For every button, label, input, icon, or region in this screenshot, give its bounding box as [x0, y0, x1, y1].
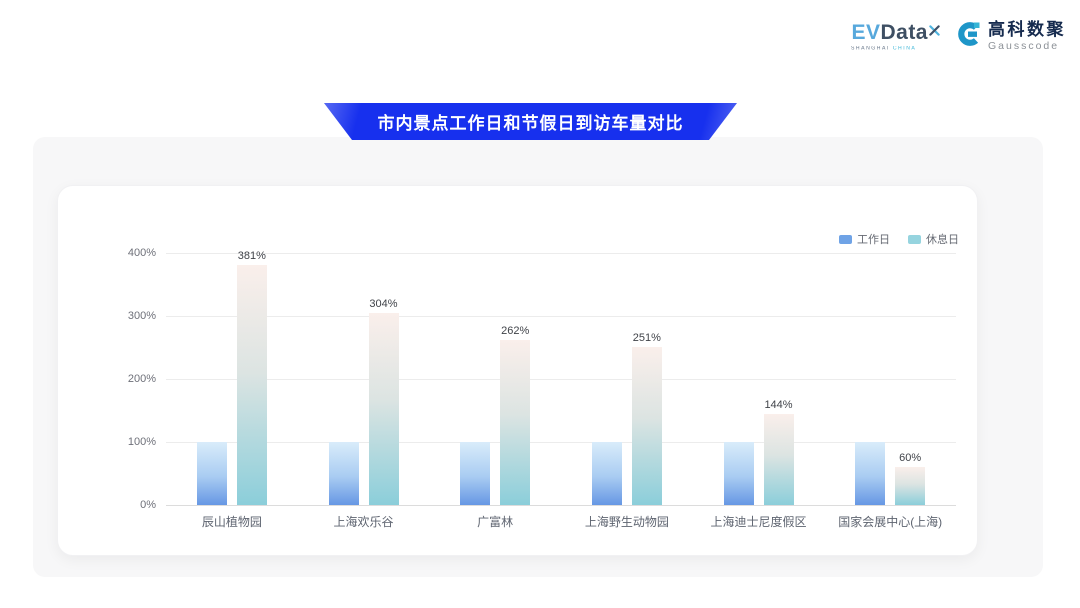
evdata-logo: EVData SHANGHAI CHINA [851, 22, 940, 52]
gausscode-cn: 高科数聚 [988, 21, 1066, 38]
plot-area: 381%辰山植物园304%上海欢乐谷262%广富林251%上海野生动物园144%… [166, 253, 956, 505]
evdata-subtitle: SHANGHAI CHINA [851, 46, 926, 51]
page-title: 市内景点工作日和节假日到访车量对比 [378, 109, 684, 134]
value-label: 60% [899, 452, 921, 464]
chart-card: 工作日 休息日 400%300%200%100%0% 381%辰山植物园304%… [57, 185, 978, 556]
restday-bar [369, 313, 399, 505]
restday-bar [764, 414, 794, 505]
y-tick-label: 100% [128, 436, 156, 448]
y-axis: 400%300%200%100%0% [106, 253, 156, 505]
workday-bar [724, 442, 754, 505]
bar-groups: 381%辰山植物园304%上海欢乐谷262%广富林251%上海野生动物园144%… [166, 253, 956, 505]
legend-label-restday: 休息日 [926, 231, 959, 247]
bar-group: 262%广富林 [429, 253, 561, 505]
y-tick-label: 200% [128, 373, 156, 385]
restday-bar [895, 467, 925, 505]
content-panel: 工作日 休息日 400%300%200%100%0% 381%辰山植物园304%… [33, 137, 1043, 577]
workday-bar [329, 442, 359, 505]
value-label: 251% [633, 332, 661, 344]
category-label: 国家会展中心(上海) [785, 513, 996, 530]
workday-bar [855, 442, 885, 505]
restday-bar-column: 304% [369, 298, 399, 505]
bar-group: 381%辰山植物园 [166, 253, 298, 505]
restday-bar-column: 381% [237, 250, 267, 505]
evdata-subtitle-left: SHANGHAI [851, 46, 890, 51]
value-label: 144% [764, 399, 792, 411]
bar-group: 144%上海迪士尼度假区 [693, 253, 825, 505]
workday-swatch-icon [839, 235, 852, 244]
page: { "header": { "evdata_logo": { "ev": "EV… [0, 0, 1080, 608]
restday-swatch-icon [908, 235, 921, 244]
evdata-subtitle-right: CHINA [893, 46, 917, 51]
restday-bar [237, 265, 267, 505]
workday-bar [460, 442, 490, 505]
brand-logos: EVData SHANGHAI CHINA 高科数聚 Gausscode [851, 20, 1066, 53]
restday-bar-column: 251% [632, 332, 662, 505]
evdata-ev-text: EV [851, 22, 880, 43]
gausscode-text: 高科数聚 Gausscode [988, 21, 1066, 52]
restday-bar-column: 60% [895, 452, 925, 505]
gausscode-logo: 高科数聚 Gausscode [954, 20, 1066, 53]
evdata-x-icon [929, 19, 940, 40]
restday-bar [500, 340, 530, 505]
bar-group: 251%上海野生动物园 [561, 253, 693, 505]
legend-label-workday: 工作日 [857, 231, 890, 247]
workday-bar [592, 442, 622, 505]
legend-item-restday[interactable]: 休息日 [908, 231, 959, 247]
restday-bar-column: 262% [500, 325, 530, 505]
legend: 工作日 休息日 [839, 231, 959, 247]
gridline [166, 505, 956, 506]
legend-item-workday[interactable]: 工作日 [839, 231, 890, 247]
bar-group: 60%国家会展中心(上海) [824, 253, 956, 505]
value-label: 304% [369, 298, 397, 310]
restday-bar [632, 347, 662, 505]
value-label: 381% [238, 250, 266, 262]
workday-bar [197, 442, 227, 505]
restday-bar-column: 144% [764, 399, 794, 505]
gausscode-icon [954, 20, 982, 53]
y-tick-label: 0% [140, 499, 156, 511]
y-tick-label: 300% [128, 310, 156, 322]
evdata-wordmark: EVData [851, 22, 940, 43]
value-label: 262% [501, 325, 529, 337]
y-tick-label: 400% [128, 247, 156, 259]
bar-group: 304%上海欢乐谷 [298, 253, 430, 505]
evdata-data-text: Data [880, 22, 928, 43]
gausscode-en: Gausscode [988, 41, 1066, 52]
title-ribbon: 市内景点工作日和节假日到访车量对比 [324, 103, 737, 140]
